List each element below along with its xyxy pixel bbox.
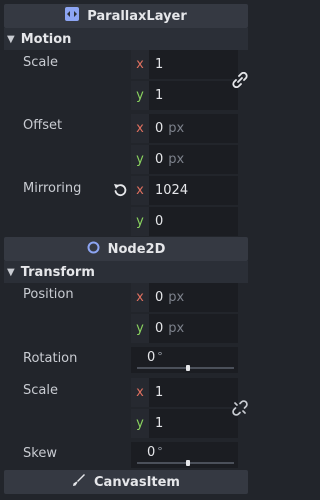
motion-mirroring-y-field[interactable]: y 0 xyxy=(131,207,238,236)
canvasitem-title: CanvasItem xyxy=(94,474,180,490)
transform-position-x-field[interactable]: x 0 px xyxy=(131,283,238,312)
motion-scale-x-field[interactable]: x 1 xyxy=(131,50,238,79)
transform-position-y-value[interactable]: 0 px xyxy=(155,314,184,343)
motion-offset-label: Offset xyxy=(23,118,63,133)
node2d-header[interactable]: Node2D xyxy=(4,237,248,261)
motion-scale-label: Scale xyxy=(23,55,58,70)
slider-track[interactable] xyxy=(137,365,234,371)
transform-scale-label: Scale xyxy=(23,383,58,398)
transform-skew-slider[interactable]: 0 ° xyxy=(131,442,238,468)
section-transform[interactable]: ▼ Transform xyxy=(4,261,248,283)
transform-position-x-value[interactable]: 0 px xyxy=(155,283,184,312)
transform-scale-x-value[interactable]: 1 xyxy=(155,378,163,407)
transform-rotation-slider[interactable]: 0 ° xyxy=(131,347,238,373)
motion-offset-x-field[interactable]: x 0 px xyxy=(131,114,238,143)
transform-scale-x-field[interactable]: x 1 xyxy=(131,378,238,407)
motion-offset-y-field[interactable]: y 0 px xyxy=(131,145,238,174)
axis-x-label: x xyxy=(131,114,149,143)
axis-y-label: y xyxy=(131,409,149,438)
value-text: 0 xyxy=(155,121,164,136)
unit-label: px xyxy=(168,121,185,136)
motion-mirroring-x-field[interactable]: x 1024 xyxy=(131,176,238,205)
axis-y-label: y xyxy=(131,81,149,110)
section-motion-label: Motion xyxy=(20,31,72,47)
slider-knob[interactable] xyxy=(185,365,190,371)
motion-scale-y-value[interactable]: 1 xyxy=(155,81,163,110)
brush-icon xyxy=(72,473,86,491)
transform-position-label: Position xyxy=(23,287,74,302)
degree-unit: ° xyxy=(157,445,163,458)
transform-scale-y-field[interactable]: y 1 xyxy=(131,409,238,438)
axis-x-label: x xyxy=(131,283,149,312)
transform-rotation-label: Rotation xyxy=(23,351,78,366)
transform-skew-label: Skew xyxy=(23,446,57,461)
section-transform-label: Transform xyxy=(20,264,95,280)
axis-y-label: y xyxy=(131,145,149,174)
unit-label: px xyxy=(168,152,185,167)
reset-icon[interactable] xyxy=(113,183,127,197)
degree-unit: ° xyxy=(157,350,163,363)
parallaxlayer-header[interactable]: ParallaxLayer xyxy=(4,4,248,28)
value-text: 0 xyxy=(147,445,156,460)
transform-scale-y-value[interactable]: 1 xyxy=(155,409,163,438)
motion-mirroring-label: Mirroring xyxy=(23,181,82,196)
skew-value: 0 ° xyxy=(147,445,163,460)
motion-mirroring-y-value[interactable]: 0 xyxy=(155,207,163,236)
parallaxlayer-title: ParallaxLayer xyxy=(87,8,187,24)
axis-x-label: x xyxy=(131,50,149,79)
motion-mirroring-x-value[interactable]: 1024 xyxy=(155,176,188,205)
parallax-layer-icon xyxy=(65,7,80,25)
unit-label: px xyxy=(168,321,185,336)
motion-scale-x-value[interactable]: 1 xyxy=(155,50,163,79)
axis-x-label: x xyxy=(131,176,149,205)
transform-position-y-field[interactable]: y 0 px xyxy=(131,314,238,343)
link-icon[interactable] xyxy=(232,71,248,89)
section-motion[interactable]: ▼ Motion xyxy=(4,28,248,50)
axis-x-label: x xyxy=(131,378,149,407)
axis-y-label: y xyxy=(131,207,149,236)
value-text: 0 xyxy=(155,152,164,167)
motion-offset-y-value[interactable]: 0 px xyxy=(155,145,184,174)
node2d-icon xyxy=(87,241,100,258)
value-text: 0 xyxy=(155,290,164,305)
slider-knob[interactable] xyxy=(185,460,190,466)
node2d-title: Node2D xyxy=(107,241,166,257)
canvasitem-header[interactable]: CanvasItem xyxy=(4,470,248,494)
motion-scale-y-field[interactable]: y 1 xyxy=(131,81,238,110)
unlink-icon[interactable] xyxy=(232,400,248,416)
unit-label: px xyxy=(168,290,185,305)
motion-offset-x-value[interactable]: 0 px xyxy=(155,114,184,143)
value-text: 0 xyxy=(147,350,156,365)
rotation-value: 0 ° xyxy=(147,350,163,365)
chevron-down-icon: ▼ xyxy=(7,33,15,45)
chevron-down-icon: ▼ xyxy=(7,266,15,278)
slider-track[interactable] xyxy=(137,460,234,466)
axis-y-label: y xyxy=(131,314,149,343)
value-text: 0 xyxy=(155,321,164,336)
